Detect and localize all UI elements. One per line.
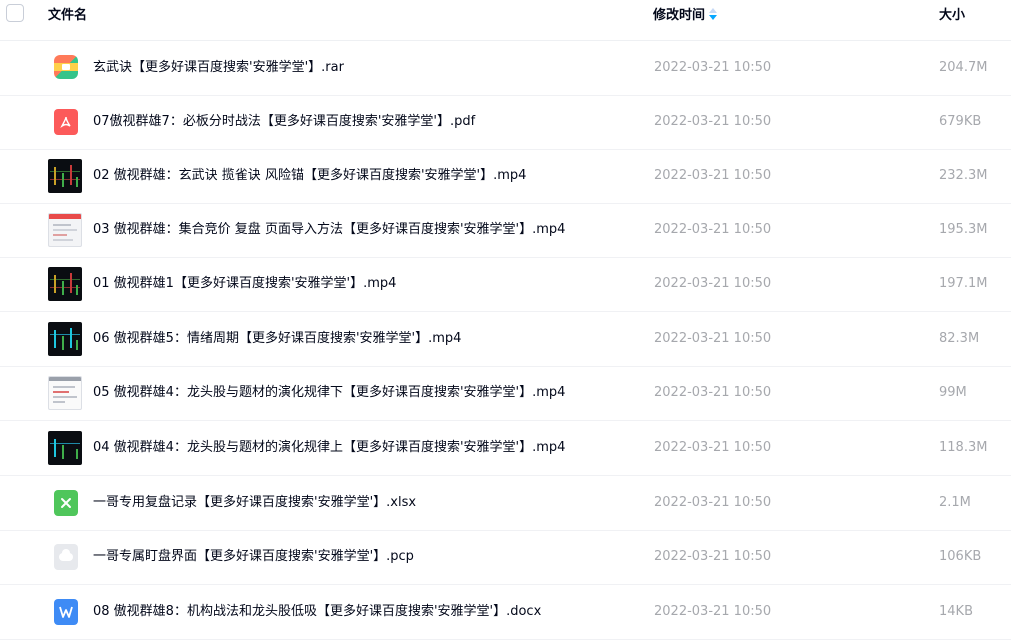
- file-modified-time: 2022-03-21 10:50: [654, 331, 772, 346]
- archive-icon: [54, 55, 78, 79]
- pdf-icon: [54, 109, 78, 135]
- video-thumbnail: [48, 267, 82, 301]
- file-row[interactable]: 玄武诀【更多好课百度搜索'安雅学堂'】.rar 2022-03-21 10:50…: [0, 41, 1011, 96]
- file-name[interactable]: 07傲视群雄7：必板分时战法【更多好课百度搜索'安雅学堂'】.pdf: [93, 95, 475, 149]
- file-row[interactable]: 05 傲视群雄4：龙头股与题材的演化规律下【更多好课百度搜索'安雅学堂'】.mp…: [0, 366, 1011, 421]
- video-thumbnail: [48, 376, 82, 410]
- file-modified-time: 2022-03-21 10:50: [654, 495, 772, 510]
- file-name[interactable]: 03 傲视群雄：集合竞价 复盘 页面导入方法【更多好课百度搜索'安雅学堂'】.m…: [93, 203, 565, 257]
- file-modified-time: 2022-03-21 10:50: [654, 60, 772, 75]
- video-thumbnail: [48, 431, 82, 465]
- file-name[interactable]: 08 傲视群雄8：机构战法和龙头股低吸【更多好课百度搜索'安雅学堂'】.docx: [93, 585, 541, 639]
- video-thumbnail: [48, 159, 82, 193]
- file-modified-time: 2022-03-21 10:50: [654, 276, 772, 291]
- select-all-checkbox[interactable]: [6, 4, 24, 22]
- column-header-time[interactable]: 修改时间: [653, 4, 718, 23]
- file-size: 82.3M: [939, 331, 980, 346]
- column-header-size[interactable]: 大小: [939, 4, 965, 23]
- file-size: 204.7M: [939, 60, 988, 75]
- video-thumbnail: [48, 322, 82, 356]
- file-row[interactable]: 08 傲视群雄8：机构战法和龙头股低吸【更多好课百度搜索'安雅学堂'】.docx…: [0, 585, 1011, 640]
- file-row[interactable]: 03 傲视群雄：集合竞价 复盘 页面导入方法【更多好课百度搜索'安雅学堂'】.m…: [0, 203, 1011, 258]
- file-name[interactable]: 一哥专属盯盘界面【更多好课百度搜索'安雅学堂'】.pcp: [93, 530, 414, 584]
- video-thumbnail: [48, 213, 82, 247]
- word-icon: [54, 599, 78, 625]
- file-modified-time: 2022-03-21 10:50: [654, 222, 772, 237]
- file-row[interactable]: 06 傲视群雄5：情绪周期【更多好课百度搜索'安雅学堂'】.mp4 2022-0…: [0, 312, 1011, 367]
- file-modified-time: 2022-03-21 10:50: [654, 549, 772, 564]
- file-modified-time: 2022-03-21 10:50: [654, 604, 772, 619]
- cloud-file-icon: [54, 544, 78, 570]
- file-size: 195.3M: [939, 222, 988, 237]
- file-name[interactable]: 玄武诀【更多好课百度搜索'安雅学堂'】.rar: [93, 41, 344, 95]
- file-row[interactable]: 01 傲视群雄1【更多好课百度搜索'安雅学堂'】.mp4 2022-03-21 …: [0, 257, 1011, 312]
- file-size: 14KB: [939, 604, 973, 619]
- file-name[interactable]: 05 傲视群雄4：龙头股与题材的演化规律下【更多好课百度搜索'安雅学堂'】.mp…: [93, 366, 565, 420]
- file-name[interactable]: 02 傲视群雄：玄武诀 揽雀诀 风险锚【更多好课百度搜索'安雅学堂'】.mp4: [93, 149, 526, 203]
- file-modified-time: 2022-03-21 10:50: [654, 385, 772, 400]
- sort-descending-icon[interactable]: [709, 7, 718, 20]
- file-row[interactable]: 02 傲视群雄：玄武诀 揽雀诀 风险锚【更多好课百度搜索'安雅学堂'】.mp4 …: [0, 149, 1011, 204]
- file-size: 232.3M: [939, 168, 988, 183]
- file-name[interactable]: 01 傲视群雄1【更多好课百度搜索'安雅学堂'】.mp4: [93, 257, 396, 311]
- file-row[interactable]: 04 傲视群雄4：龙头股与题材的演化规律上【更多好课百度搜索'安雅学堂'】.mp…: [0, 421, 1011, 476]
- column-header-time-label: 修改时间: [653, 8, 706, 23]
- file-size: 2.1M: [939, 495, 971, 510]
- file-size: 106KB: [939, 549, 982, 564]
- file-row[interactable]: 一哥专属盯盘界面【更多好课百度搜索'安雅学堂'】.pcp 2022-03-21 …: [0, 530, 1011, 585]
- file-row[interactable]: 一哥专用复盘记录【更多好课百度搜索'安雅学堂'】.xlsx 2022-03-21…: [0, 476, 1011, 531]
- excel-icon: [54, 490, 78, 516]
- file-size: 99M: [939, 385, 967, 400]
- file-row[interactable]: 07傲视群雄7：必板分时战法【更多好课百度搜索'安雅学堂'】.pdf 2022-…: [0, 95, 1011, 150]
- file-name[interactable]: 06 傲视群雄5：情绪周期【更多好课百度搜索'安雅学堂'】.mp4: [93, 312, 461, 366]
- file-modified-time: 2022-03-21 10:50: [654, 440, 772, 455]
- column-header-name[interactable]: 文件名: [48, 4, 87, 23]
- file-list-header: 文件名 修改时间 大小: [0, 0, 1011, 41]
- file-name[interactable]: 04 傲视群雄4：龙头股与题材的演化规律上【更多好课百度搜索'安雅学堂'】.mp…: [93, 421, 565, 475]
- file-size: 197.1M: [939, 276, 988, 291]
- file-size: 118.3M: [939, 440, 988, 455]
- file-name[interactable]: 一哥专用复盘记录【更多好课百度搜索'安雅学堂'】.xlsx: [93, 476, 416, 530]
- file-modified-time: 2022-03-21 10:50: [654, 168, 772, 183]
- file-size: 679KB: [939, 114, 982, 129]
- file-modified-time: 2022-03-21 10:50: [654, 114, 772, 129]
